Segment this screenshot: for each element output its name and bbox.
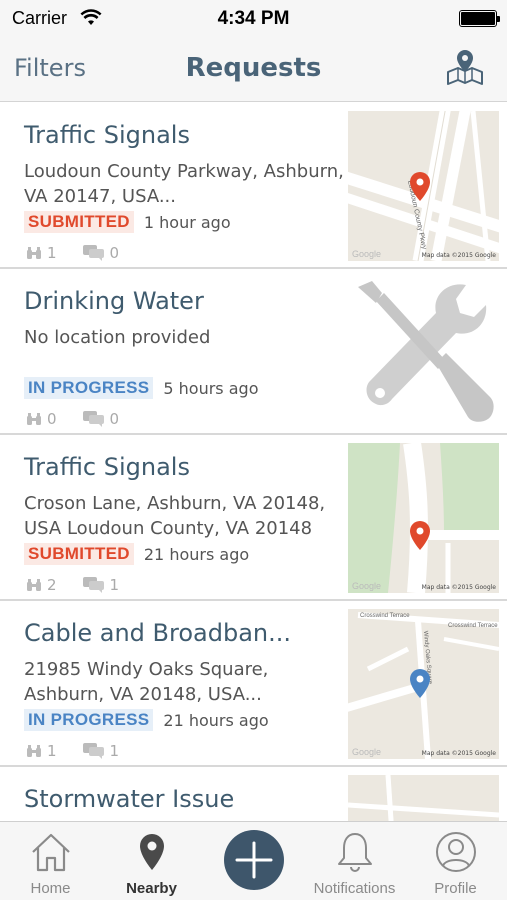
- request-time: 21 hours ago: [163, 710, 269, 730]
- comment-count: 1: [109, 576, 120, 594]
- tab-home[interactable]: Home: [0, 822, 101, 900]
- map-view-icon[interactable]: [445, 48, 485, 88]
- tab-label: Notifications: [313, 880, 396, 897]
- map-thumbnail[interactable]: Google Map data ©2015 Google: [348, 443, 499, 593]
- watcher-count: 1: [47, 244, 57, 262]
- location-pin-icon: [140, 834, 164, 870]
- comment-count: 0: [109, 244, 120, 262]
- request-title: Cable and Broadban...: [24, 619, 292, 647]
- map-image: [348, 775, 499, 821]
- battery-icon: [459, 10, 500, 27]
- request-row[interactable]: Traffic Signals Croson Lane, Ashburn, VA…: [0, 435, 507, 601]
- comments-icon: [82, 245, 104, 261]
- binoculars-icon: [27, 745, 41, 757]
- map-brand: Google: [352, 747, 382, 757]
- comments-icon: [82, 577, 104, 593]
- request-row[interactable]: Cable and Broadban... 21985 Windy Oaks S…: [0, 601, 507, 767]
- user-icon: [436, 832, 476, 872]
- watcher-count: 2: [47, 576, 57, 594]
- tools-icon: [358, 281, 494, 422]
- comments-icon: [82, 743, 104, 759]
- tab-profile[interactable]: Profile: [405, 822, 506, 900]
- watcher-count: 1: [47, 742, 57, 760]
- tab-label: Home: [30, 880, 71, 897]
- status-badge: SUBMITTED: [24, 543, 134, 565]
- tab-nearby[interactable]: Nearby: [101, 822, 202, 900]
- map-credit: Map data ©2015 Google: [421, 252, 496, 259]
- map-thumbnail[interactable]: Loudoun County Pkwy Google Map data ©201…: [348, 111, 499, 261]
- comment-count: 1: [109, 742, 120, 760]
- binoculars-icon: [27, 247, 41, 259]
- map-image: Crosswind Terrace Crosswind Terrace Wind…: [348, 609, 499, 759]
- request-row[interactable]: Drinking Water No location provided IN P…: [0, 269, 507, 435]
- map-brand: Google: [352, 581, 382, 591]
- request-address: Croson Lane, Ashburn, VA 20148, USA Loud…: [24, 493, 326, 539]
- tab-label: Profile: [434, 880, 477, 897]
- request-status-line: IN PROGRESS 21 hours ago: [24, 709, 269, 731]
- map-credit: Map data ©2015 Google: [421, 584, 496, 591]
- page-title: Requests: [185, 53, 322, 83]
- request-meta: 2 1: [26, 576, 145, 594]
- request-time: 1 hour ago: [143, 212, 231, 232]
- request-status-line: IN PROGRESS 5 hours ago: [24, 377, 258, 399]
- status-bar: Carrier 4:34 PM: [0, 0, 507, 38]
- requests-list[interactable]: Traffic Signals Loudoun County Parkway, …: [0, 103, 507, 821]
- comment-count: 0: [109, 410, 120, 428]
- request-row[interactable]: Stormwater Issue: [0, 767, 507, 821]
- request-status-line: SUBMITTED 1 hour ago: [24, 211, 231, 233]
- navigation-bar: Filters Requests: [0, 38, 507, 102]
- tab-notifications[interactable]: Notifications: [304, 822, 405, 900]
- clock: 4:34 PM: [217, 8, 290, 29]
- status-badge: IN PROGRESS: [24, 377, 154, 399]
- request-title: Stormwater Issue: [24, 785, 235, 813]
- request-time: 5 hours ago: [163, 378, 259, 398]
- status-badge: IN PROGRESS: [24, 709, 154, 731]
- request-title: Drinking Water: [24, 287, 204, 315]
- map-image: [348, 443, 499, 593]
- request-time: 21 hours ago: [143, 544, 250, 564]
- request-meta: 0 0: [26, 410, 145, 428]
- map-street-label: Crosswind Terrace: [448, 623, 498, 629]
- tab-label: Nearby: [126, 880, 177, 897]
- request-address: No location provided: [24, 327, 211, 348]
- home-icon: [32, 833, 70, 872]
- map-image: Loudoun County Pkwy: [348, 111, 499, 261]
- add-request-button[interactable]: [224, 830, 284, 890]
- bell-icon: [338, 833, 372, 872]
- request-title: Traffic Signals: [24, 453, 190, 481]
- watcher-count: 0: [47, 410, 57, 428]
- request-address: 21985 Windy Oaks Square, Ashburn, VA 201…: [24, 659, 269, 705]
- map-thumbnail[interactable]: Crosswind Terrace Crosswind Terrace Wind…: [348, 609, 499, 759]
- map-credit: Map data ©2015 Google: [421, 750, 496, 757]
- request-address: Loudoun County Parkway, Ashburn, VA 2014…: [24, 161, 344, 207]
- comments-icon: [82, 411, 104, 427]
- map-brand: Google: [352, 249, 382, 259]
- tab-bar: Home Nearby Notifications Profile: [0, 821, 507, 900]
- request-meta: 1 1: [26, 742, 145, 760]
- map-street-label: Crosswind Terrace: [360, 613, 410, 619]
- map-thumbnail[interactable]: [348, 775, 499, 821]
- binoculars-icon: [27, 579, 41, 591]
- tools-thumbnail[interactable]: [348, 277, 499, 427]
- plus-icon: [235, 841, 273, 879]
- binoculars-icon: [27, 413, 41, 425]
- request-meta: 1 0: [26, 244, 145, 262]
- status-badge: SUBMITTED: [24, 211, 134, 233]
- request-title: Traffic Signals: [24, 121, 190, 149]
- request-row[interactable]: Traffic Signals Loudoun County Parkway, …: [0, 103, 507, 269]
- request-status-line: SUBMITTED 21 hours ago: [24, 543, 249, 565]
